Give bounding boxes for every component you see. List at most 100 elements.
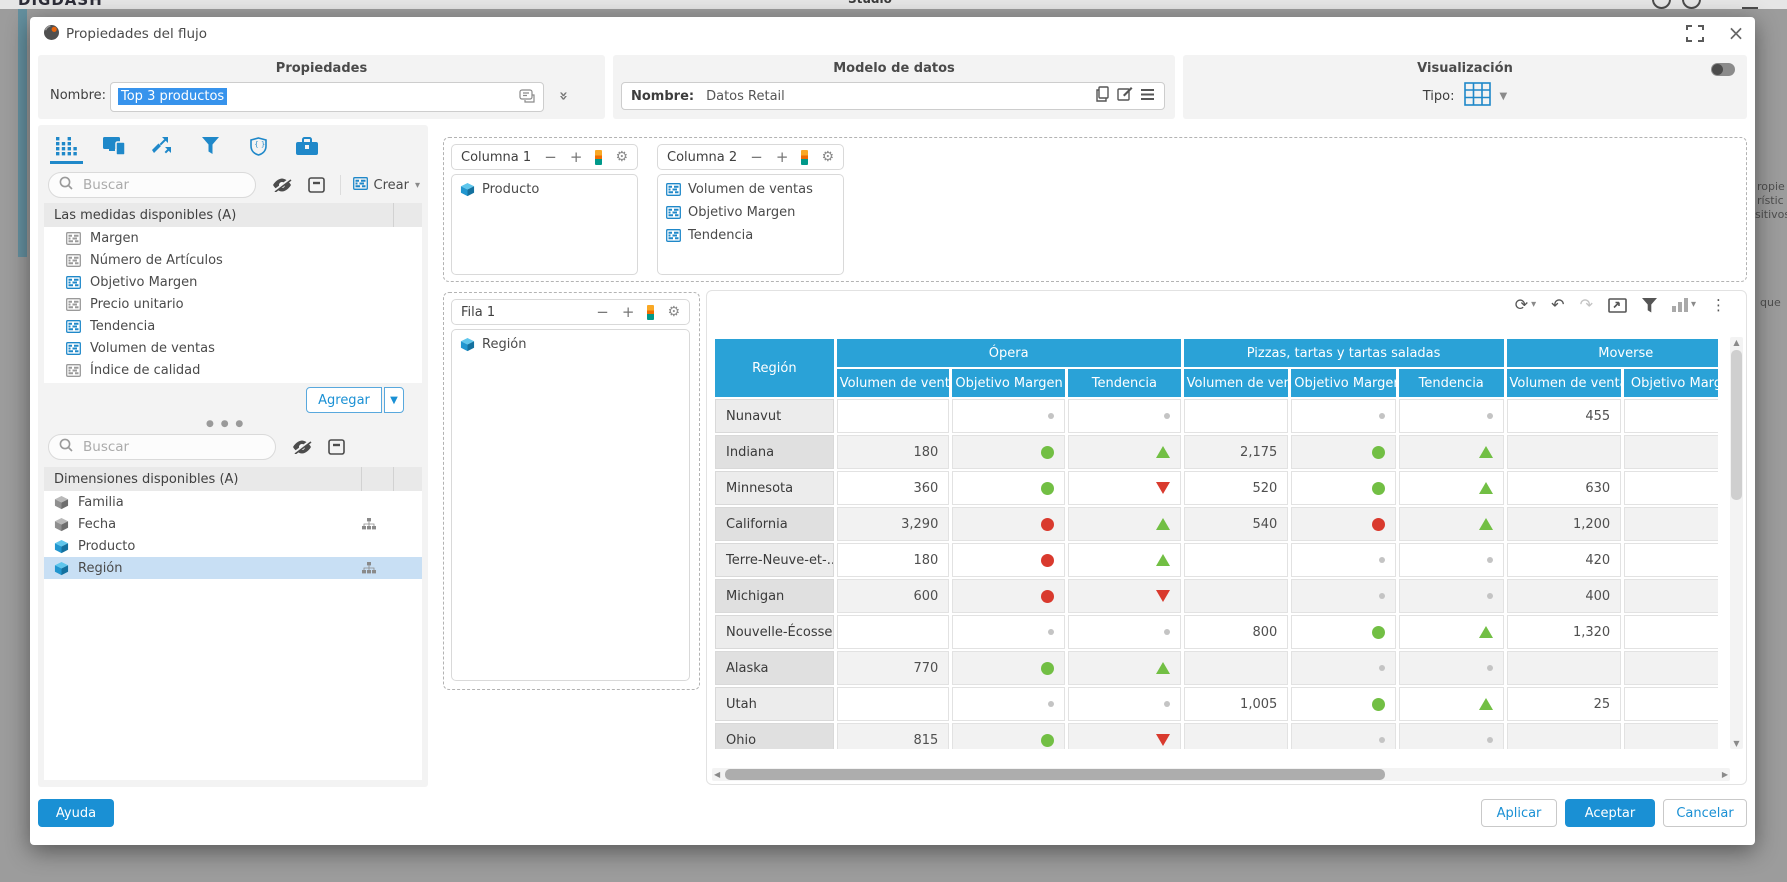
measure-item[interactable]: Precio unitario [44, 293, 422, 315]
scroll-left-arrow[interactable]: ◀ [714, 768, 720, 781]
measures-search-field[interactable] [81, 176, 245, 194]
column-header[interactable]: Tendencia [1068, 369, 1181, 397]
column-header[interactable]: Objetivo Margen [952, 369, 1065, 397]
measure-item[interactable]: Margen [44, 227, 422, 249]
dimension-item[interactable]: Familia [44, 491, 422, 513]
card-view-icon[interactable] [328, 439, 345, 455]
column-header[interactable]: Volumen de ventas [1507, 369, 1622, 397]
indicator-cell [1399, 579, 1504, 613]
horizontal-scrollbar[interactable]: ◀ ▶ [712, 768, 1730, 781]
close-button[interactable]: × [1722, 19, 1750, 47]
tab-filter-icon[interactable] [194, 133, 227, 159]
tab-measures-grid-icon[interactable] [50, 133, 83, 159]
dimensions-list-header: Dimensiones disponibles (A) [44, 467, 422, 491]
tab-interactions-icon[interactable] [146, 133, 179, 159]
accept-button[interactable]: Aceptar [1565, 799, 1655, 827]
region-column-header[interactable]: Región [715, 339, 834, 397]
flow-name-input[interactable]: Top 3 productos [110, 82, 544, 112]
dimensions-search-input[interactable] [48, 434, 276, 460]
axis-item[interactable]: Volumen de ventas [658, 178, 843, 201]
value-cell: 2,175 [1184, 435, 1289, 469]
horizontal-scroll-thumb[interactable] [725, 769, 1385, 780]
tab-toolbox-icon[interactable] [290, 133, 323, 159]
add-button[interactable]: Agregar [306, 387, 382, 413]
group-header[interactable]: Ópera [837, 339, 1181, 367]
group-header[interactable]: Moverse [1507, 339, 1718, 367]
filter-icon[interactable] [1642, 298, 1657, 313]
card-view-icon[interactable] [308, 177, 325, 193]
tab-devices-icon[interactable] [98, 133, 131, 159]
visualization-panel-title: Visualización [1183, 55, 1747, 76]
abacus-icon [666, 183, 681, 196]
palette-icon[interactable] [647, 305, 654, 320]
column-header[interactable]: Volumen de ventas [837, 369, 950, 397]
apply-button[interactable]: Aplicar [1481, 799, 1557, 827]
indicator-cell [1068, 471, 1181, 505]
measures-search-input[interactable] [48, 172, 256, 198]
refresh-icon[interactable]: ⟳▾ [1515, 297, 1536, 313]
edit-icon[interactable] [1117, 86, 1133, 106]
name-label: Nombre: [50, 88, 106, 103]
gear-icon[interactable]: ⚙ [821, 149, 834, 165]
column-header[interactable]: Objetivo Margen [1291, 369, 1396, 397]
palette-icon[interactable] [801, 150, 808, 165]
redo-icon[interactable]: ↷ [1580, 297, 1593, 313]
translate-icon[interactable] [519, 89, 536, 108]
vertical-scroll-thumb[interactable] [1731, 350, 1742, 500]
type-dropdown-caret[interactable]: ▼ [1500, 91, 1508, 102]
dimension-item[interactable]: Región [44, 557, 422, 579]
measure-item[interactable]: Volumen de ventas [44, 337, 422, 359]
datamodel-menu-icon[interactable] [1140, 88, 1155, 105]
axis-item[interactable]: Región [452, 333, 689, 356]
column-header[interactable]: Tendencia [1399, 369, 1504, 397]
remove-icon[interactable]: − [596, 303, 609, 321]
undo-icon[interactable]: ↶ [1551, 297, 1564, 313]
fullscreen-button[interactable] [1686, 25, 1706, 43]
visualization-toggle[interactable] [1711, 63, 1735, 76]
expand-more-button[interactable]: » [555, 91, 573, 101]
axis-item[interactable]: Tendencia [658, 224, 843, 247]
vertical-scrollbar[interactable]: ▲ ▼ [1730, 337, 1743, 749]
dimensions-search-field[interactable] [81, 438, 245, 456]
indicator-cell [952, 723, 1065, 749]
measure-item[interactable]: Tendencia [44, 315, 422, 337]
group-header[interactable]: Pizzas, tartas y tartas saladas [1184, 339, 1504, 367]
help-button[interactable]: Ayuda [38, 799, 114, 827]
create-measure-button[interactable]: Crear ▾ [353, 177, 420, 194]
column-header[interactable]: Volumen de ventas [1184, 369, 1289, 397]
axis-item[interactable]: Producto [452, 178, 637, 201]
axis-item[interactable]: Objetivo Margen [658, 201, 843, 224]
gear-icon[interactable]: ⚙ [615, 149, 628, 165]
row1-title: Fila 1 [461, 305, 495, 320]
copy-icon[interactable] [1095, 86, 1110, 106]
scroll-down-arrow[interactable]: ▼ [1730, 739, 1743, 748]
remove-icon[interactable]: − [750, 148, 763, 166]
dimension-item[interactable]: Fecha [44, 513, 422, 535]
column-header[interactable]: Objetivo Margen [1624, 369, 1718, 397]
add-icon[interactable]: + [570, 148, 583, 166]
gear-icon[interactable]: ⚙ [667, 304, 680, 320]
measure-item[interactable]: Objetivo Margen [44, 271, 422, 293]
measure-item[interactable]: Índice de calidad [44, 359, 422, 381]
hide-icon[interactable] [292, 440, 312, 454]
add-icon[interactable]: + [776, 148, 789, 166]
add-icon[interactable]: + [622, 303, 635, 321]
datamodel-name-box[interactable]: Nombre: Datos Retail [621, 82, 1165, 110]
palette-icon[interactable] [595, 150, 602, 165]
dimension-item[interactable]: Producto [44, 535, 422, 557]
rows-drop-area[interactable]: Fila 1 − + ⚙ Región [443, 292, 700, 690]
scroll-right-arrow[interactable]: ▶ [1722, 768, 1728, 781]
measure-item[interactable]: Número de Artículos [44, 249, 422, 271]
chart-icon[interactable]: ▾ [1672, 298, 1696, 312]
more-options-icon[interactable]: ⋮ [1711, 298, 1726, 313]
table-type-icon[interactable] [1464, 82, 1491, 110]
tab-css-shield-icon[interactable]: { } [242, 133, 275, 159]
splitter-handle[interactable]: ● ● ● [206, 419, 245, 429]
hide-icon[interactable] [272, 178, 292, 192]
columns-drop-area[interactable]: Columna 1 − + ⚙ Producto Columna 2 − + ⚙… [443, 137, 1747, 282]
scroll-up-arrow[interactable]: ▲ [1730, 338, 1743, 347]
cancel-button[interactable]: Cancelar [1663, 799, 1747, 827]
remove-icon[interactable]: − [544, 148, 557, 166]
add-dropdown-caret[interactable]: ▼ [384, 387, 404, 413]
export-view-icon[interactable] [1608, 298, 1627, 313]
